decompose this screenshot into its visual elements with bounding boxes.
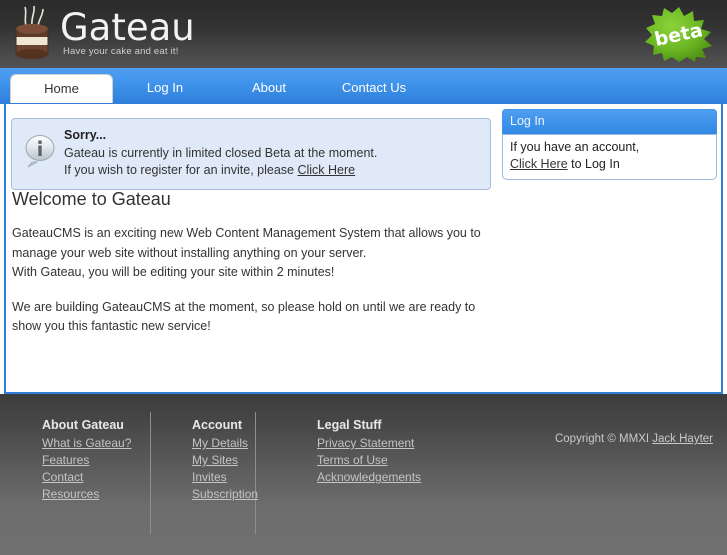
footer-link-my-sites[interactable]: My Sites [192, 452, 277, 469]
main-nav: Home Log In About Contact Us [0, 68, 727, 104]
footer-link-contact[interactable]: Contact [42, 469, 152, 486]
tab-contact-us[interactable]: Contact Us [328, 74, 420, 103]
footer-column-account: Account My Details My Sites Invites Subs… [172, 417, 297, 503]
paragraph-2-line-1: We are building GateauCMS at the moment,… [12, 299, 476, 314]
copyright: Copyright © MMXI Jack Hayter [555, 432, 713, 447]
login-box-header: Log In [502, 109, 717, 134]
info-speech-bubble-icon [22, 132, 58, 168]
tab-about[interactable]: About [224, 74, 314, 103]
tab-about-label: About [252, 80, 286, 95]
beta-badge: beta [643, 5, 715, 63]
intro-copy: GateauCMS is an exciting new Web Content… [12, 224, 482, 337]
site-footer: About Gateau What is Gateau? Features Co… [0, 394, 727, 555]
footer-link-invites[interactable]: Invites [192, 469, 277, 486]
beta-notice-alert: Sorry... Gateau is currently in limited … [11, 118, 491, 190]
login-box-line-2: Click Here to Log In [510, 156, 709, 173]
brand-tagline: Have your cake and eat it! [63, 46, 179, 57]
paragraph-1: GateauCMS is an exciting new Web Content… [12, 224, 482, 283]
tab-home[interactable]: Home [10, 74, 113, 103]
site-header: Gateau Have your cake and eat it! beta [0, 0, 727, 68]
paragraph-2-line-2: show you this fantastic new service! [12, 319, 211, 333]
alert-line-2: If you wish to register for an invite, p… [64, 162, 480, 179]
alert-title: Sorry... [64, 128, 107, 142]
tab-log-in[interactable]: Log In [120, 74, 210, 103]
footer-column-about: About Gateau What is Gateau? Features Co… [42, 417, 172, 503]
footer-link-acknowledgements[interactable]: Acknowledgements [317, 469, 447, 486]
brand-text: Gateau Have your cake and eat it! [60, 8, 195, 58]
footer-link-terms-of-use[interactable]: Terms of Use [317, 452, 447, 469]
footer-link-subscription[interactable]: Subscription [192, 486, 277, 503]
site-logo[interactable]: Gateau Have your cake and eat it! [10, 4, 195, 60]
footer-link-resources[interactable]: Resources [42, 486, 152, 503]
paragraph-1-line-1: GateauCMS is an exciting new Web Content… [12, 226, 481, 240]
footer-heading-legal: Legal Stuff [317, 418, 382, 432]
footer-link-what-is-gateau[interactable]: What is Gateau? [42, 435, 152, 452]
login-line-2-suffix: to Log In [567, 157, 620, 171]
footer-columns: About Gateau What is Gateau? Features Co… [42, 417, 467, 503]
tab-contact-us-label: Contact Us [341, 80, 407, 95]
copyright-text: Copyright © MMXI [554, 433, 653, 445]
login-box-line-1: If you have an account, [510, 140, 640, 154]
page-root: Gateau Have your cake and eat it! beta H… [0, 0, 727, 555]
copyright-author-link[interactable]: Jack Hayter [652, 433, 713, 445]
footer-column-legal: Legal Stuff Privacy Statement Terms of U… [297, 417, 467, 503]
alert-line-2-text: If you wish to register for an invite, p… [64, 163, 298, 177]
footer-link-my-details[interactable]: My Details [192, 435, 277, 452]
footer-heading-account: Account [192, 418, 242, 432]
cake-icon [10, 4, 54, 60]
page-title: Welcome to Gateau [12, 189, 171, 209]
tab-log-in-label: Log In [146, 80, 184, 95]
login-box: Log In If you have an account, Click Her… [502, 109, 717, 180]
paragraph-1-line-2: manage your web site without installing … [12, 245, 367, 260]
footer-link-features[interactable]: Features [42, 452, 152, 469]
register-invite-link[interactable]: Click Here [297, 163, 355, 177]
tab-home-label: Home [44, 81, 79, 96]
footer-heading-about: About Gateau [42, 418, 124, 432]
paragraph-1-line-3: With Gateau, you will be editing your si… [12, 265, 335, 279]
footer-link-privacy-statement[interactable]: Privacy Statement [317, 435, 447, 452]
paragraph-2: We are building GateauCMS at the moment,… [12, 298, 482, 337]
alert-line-1: Gateau is currently in limited closed Be… [64, 146, 378, 160]
login-click-here-link[interactable]: Click Here [510, 157, 568, 171]
main-content: Sorry... Gateau is currently in limited … [4, 104, 723, 394]
login-box-body: If you have an account, Click Here to Lo… [502, 134, 717, 180]
brand-name: Gateau [60, 6, 195, 49]
